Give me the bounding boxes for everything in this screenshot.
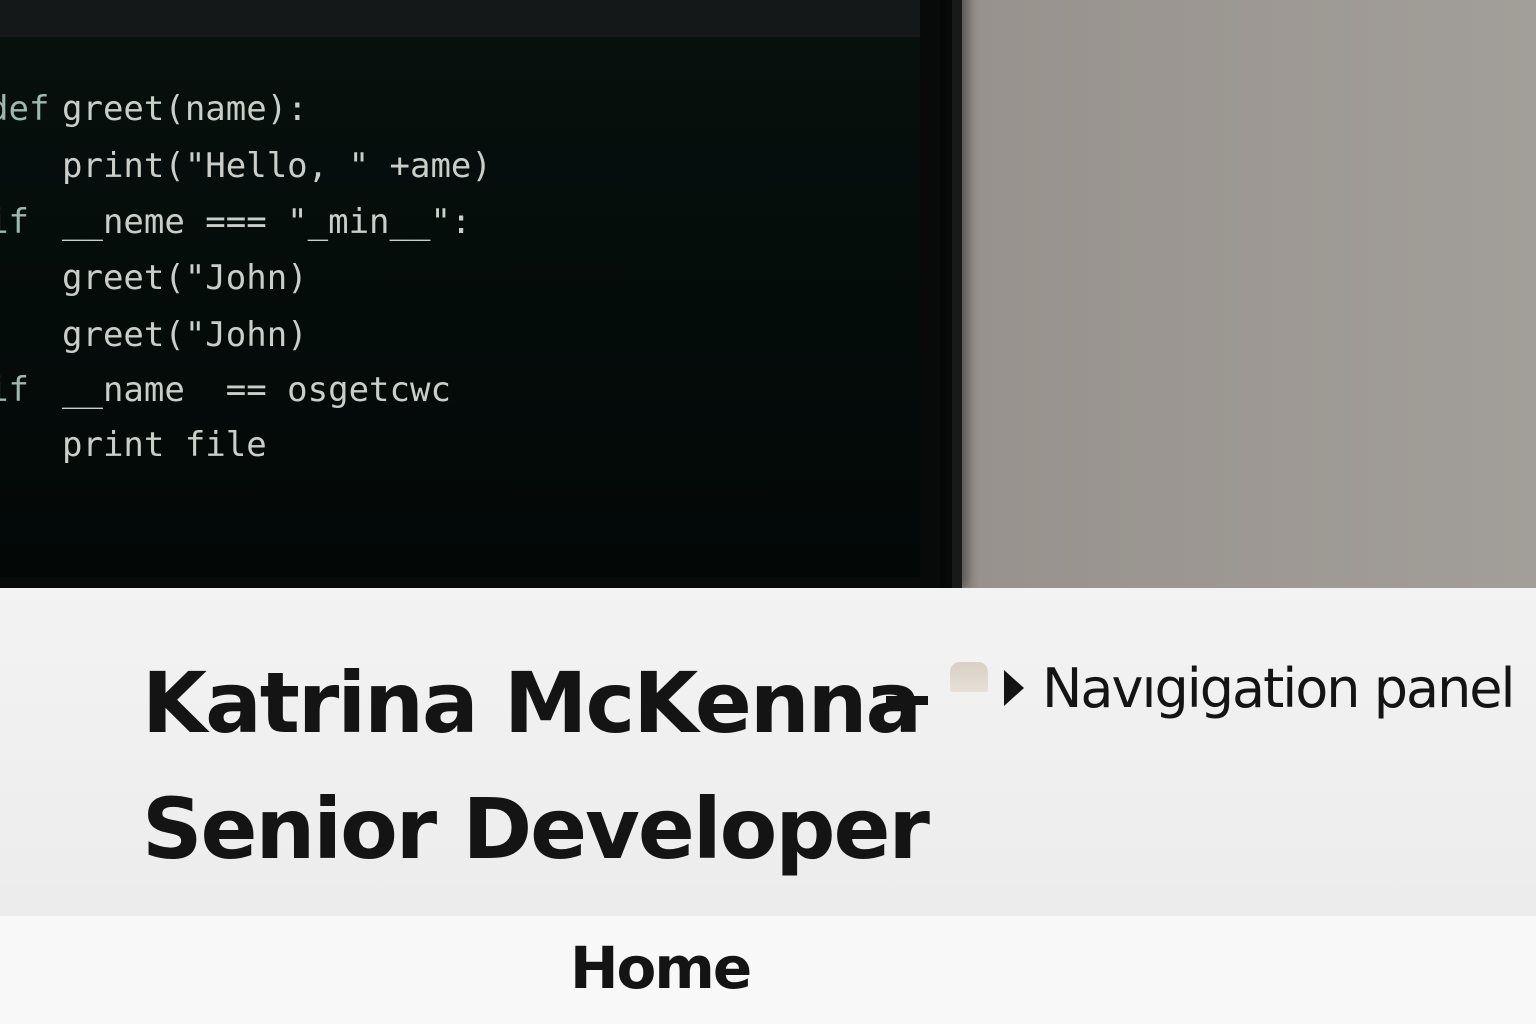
- nav-chip-icon: [950, 662, 988, 692]
- monitor-shadow: [940, 0, 980, 588]
- title-dash: [886, 696, 928, 705]
- navigation-panel-label: Navıgigation panel: [1042, 656, 1516, 720]
- code-block: def greet(name): print("Hello, " +ame) i…: [0, 37, 920, 577]
- code-text: print("Hello, " +ame): [62, 146, 492, 186]
- page-title-role: Senior Developer: [142, 780, 930, 878]
- code-line: print("Hello, " +ame): [0, 138, 492, 194]
- caret-right-icon: [1004, 670, 1024, 706]
- page-title-name: Katrina McKenna: [142, 654, 922, 752]
- code-keyword: if: [0, 202, 29, 242]
- monitor-screen: def greet(name): print("Hello, " +ame) i…: [0, 0, 962, 588]
- code-keyword: def: [0, 89, 50, 129]
- code-line: print file: [0, 417, 267, 473]
- nav-link-home[interactable]: Home: [570, 934, 752, 1002]
- hero-image: def greet(name): print("Hello, " +ame) i…: [0, 0, 1536, 588]
- code-line: if __neme === "_min__":: [0, 194, 471, 250]
- page-header: Katrina McKenna Senior Developer Navıgig…: [0, 588, 1536, 916]
- code-text: __name == osgetcwc: [62, 370, 451, 410]
- code-line: def greet(name):: [0, 81, 308, 137]
- code-line: greet("John): [0, 307, 308, 363]
- code-line: if __name == osgetcwc: [0, 362, 451, 418]
- nav-bar: Home: [0, 916, 1536, 1024]
- code-line: greet("John): [0, 250, 308, 306]
- code-keyword: if: [0, 370, 29, 410]
- editor-toolbar: [0, 0, 920, 37]
- code-text: greet("John): [62, 258, 308, 298]
- code-text: greet(name):: [62, 89, 308, 129]
- code-text: print file: [62, 425, 267, 465]
- page: def greet(name): print("Hello, " +ame) i…: [0, 0, 1536, 1024]
- code-text: __neme === "_min__":: [62, 202, 472, 242]
- page-title: Katrina McKenna Senior Developer: [142, 640, 962, 892]
- code-text: greet("John): [62, 315, 308, 355]
- navigation-panel-toggle[interactable]: Navıgigation panel: [1004, 648, 1516, 728]
